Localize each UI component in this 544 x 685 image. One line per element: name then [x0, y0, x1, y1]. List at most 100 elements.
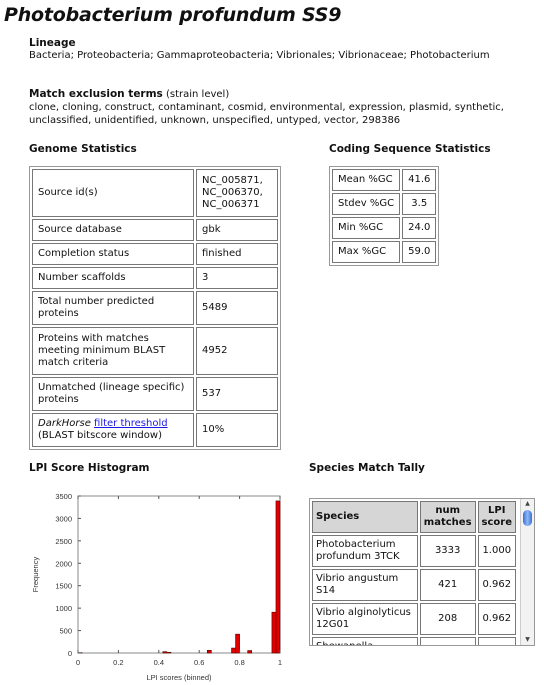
stat-key: Source database: [32, 219, 194, 241]
stat-key: Max %GC: [332, 241, 401, 263]
y-tick-label: 500: [59, 627, 72, 636]
species-tally-table: Species num matches LPI score Photobacte…: [310, 499, 518, 645]
species-name: Vibrio angustum S14: [312, 569, 418, 601]
stat-value: finished: [196, 243, 278, 265]
tally-row[interactable]: Photobacterium profundum 3TCK 3333 1.000: [312, 535, 516, 567]
y-tick-label: 3000: [55, 514, 72, 523]
y-tick-label: 0: [68, 649, 72, 658]
histogram-bar: [235, 633, 240, 654]
stat-value: 3: [196, 267, 278, 289]
stat-value: 59.0: [402, 241, 437, 263]
stat-value: gbk: [196, 219, 278, 241]
stat-key: Completion status: [32, 243, 194, 265]
tally-scrollbar[interactable]: ▲ ▼: [520, 499, 534, 645]
col-num-matches: num matches: [419, 501, 476, 533]
num-matches: 421: [419, 569, 476, 601]
y-tick-label: 1500: [55, 582, 72, 591]
lpi-score: 0.787: [477, 637, 516, 645]
filter-threshold-link[interactable]: filter threshold: [94, 418, 168, 429]
tally-row[interactable]: Shewanella denitrificans OS217630.787: [312, 637, 516, 645]
stat-value: 3.5: [402, 193, 437, 215]
stat-value: 24.0: [402, 217, 437, 239]
stat-key: Mean %GC: [332, 169, 401, 191]
stat-value: 10%: [196, 413, 278, 447]
stat-value: 537: [196, 377, 278, 411]
genome-stats-heading: Genome Statistics: [29, 143, 137, 155]
exclusion-terms: clone, cloning, construct, contaminant, …: [29, 102, 504, 126]
coding-stat-row: Mean %GC 41.6: [332, 169, 437, 191]
x-tick-label: 0.4: [154, 658, 164, 667]
x-tick-label: 0: [76, 658, 80, 667]
page-title: Photobacterium profundum SS9: [4, 4, 342, 26]
histogram-bar: [247, 650, 253, 654]
stat-value: 41.6: [402, 169, 437, 191]
scroll-up-arrow-icon[interactable]: ▲: [521, 499, 534, 509]
col-species: Species: [312, 501, 418, 533]
species-name: Shewanella denitrificans OS217: [312, 637, 418, 645]
stat-value: NC_005871, NC_006370, NC_006371: [196, 169, 278, 217]
stat-key: Unmatched (lineage specific) proteins: [32, 377, 194, 411]
x-tick-label: 0.6: [194, 658, 204, 667]
lineage-label: Lineage: [29, 37, 76, 49]
genome-stat-row: Source database gbk: [32, 219, 278, 241]
histogram-bar: [231, 647, 236, 654]
stat-key: Min %GC: [332, 217, 401, 239]
plot-frame: [77, 495, 281, 654]
histogram-bar: [275, 500, 281, 654]
histogram-heading: LPI Score Histogram: [29, 462, 150, 474]
tally-row[interactable]: Vibrio angustum S14 421 0.962: [312, 569, 516, 601]
genome-stat-row: Total number predicted proteins 5489: [32, 291, 278, 325]
histogram-bar: [162, 651, 168, 654]
scroll-down-arrow-icon[interactable]: ▼: [521, 635, 534, 645]
species-name: Vibrio alginolyticus 12G01: [312, 603, 418, 635]
coding-stat-row: Max %GC 59.0: [332, 241, 437, 263]
tally-row[interactable]: Vibrio alginolyticus 12G01 208 0.962: [312, 603, 516, 635]
genome-stat-row: Unmatched (lineage specific) proteins 537: [32, 377, 278, 411]
x-tick-label: 0.8: [234, 658, 244, 667]
genome-stat-row: Number scaffolds 3: [32, 267, 278, 289]
genome-stat-row-threshold: DarkHorse filter threshold (BLAST bitscor…: [32, 413, 278, 447]
exclusion-label: Match exclusion terms: [29, 88, 163, 100]
y-axis-label: Frequency: [31, 557, 40, 593]
histogram-bar: [271, 611, 277, 654]
lpi-histogram: 0 500 1000 1500 2000 2500 3000 3500 0 0.2 0.4 0.6 0.…: [31, 492, 282, 682]
num-matches: 3333: [419, 535, 476, 567]
coding-stat-row: Min %GC 24.0: [332, 217, 437, 239]
lineage-section: Lineage Bacteria; Proteobacteria; Gammap…: [29, 37, 490, 62]
stat-key: Stdev %GC: [332, 193, 401, 215]
num-matches: 208: [419, 603, 476, 635]
lpi-score: 0.962: [477, 569, 516, 601]
stat-value: 5489: [196, 291, 278, 325]
coding-stat-row: Stdev %GC 3.5: [332, 193, 437, 215]
exclusion-qualifier: (strain level): [162, 89, 230, 100]
y-tick-label: 2000: [55, 559, 72, 568]
y-tick-label: 1000: [55, 604, 72, 613]
coding-stats-table: Mean %GC 41.6 Stdev %GC 3.5 Min %GC 24.0 Max %…: [329, 166, 440, 266]
lpi-score: 1.000: [477, 535, 516, 567]
stat-key: Total number predicted proteins: [32, 291, 194, 325]
stat-value: 4952: [196, 327, 278, 375]
genome-stat-row: Source id(s) NC_005871, NC_006370, NC_006…: [32, 169, 278, 217]
exclusion-section: Match exclusion terms (strain level) clo…: [29, 82, 529, 127]
species-tally-scrollbox[interactable]: Species num matches LPI score Photobacte…: [309, 498, 535, 646]
histogram-bar: [166, 652, 172, 654]
species-name: Photobacterium profundum 3TCK: [312, 535, 418, 567]
tally-heading: Species Match Tally: [309, 462, 425, 474]
histogram-bar: [206, 650, 212, 654]
y-tick-label: 3500: [55, 492, 72, 501]
darkhorse-label: DarkHorse: [38, 418, 91, 429]
stat-key: Number scaffolds: [32, 267, 194, 289]
lineage-value: Bacteria; Proteobacteria; Gammaproteobac…: [29, 50, 490, 61]
threshold-suffix: (BLAST bitscore window): [38, 430, 162, 441]
genome-stat-row: Completion status finished: [32, 243, 278, 265]
lpi-score: 0.962: [477, 603, 516, 635]
num-matches: 63: [419, 637, 476, 645]
stat-key: Proteins with matches meeting minimum BL…: [32, 327, 194, 375]
x-tick-label: 1: [278, 658, 282, 667]
x-axis-label: LPI scores (binned): [146, 673, 212, 682]
coding-stats-heading: Coding Sequence Statistics: [329, 143, 491, 155]
x-tick-label: 0.2: [113, 658, 123, 667]
scroll-thumb[interactable]: [523, 510, 532, 526]
stat-key: Source id(s): [32, 169, 194, 217]
genome-stat-row: Proteins with matches meeting minimum BL…: [32, 327, 278, 375]
